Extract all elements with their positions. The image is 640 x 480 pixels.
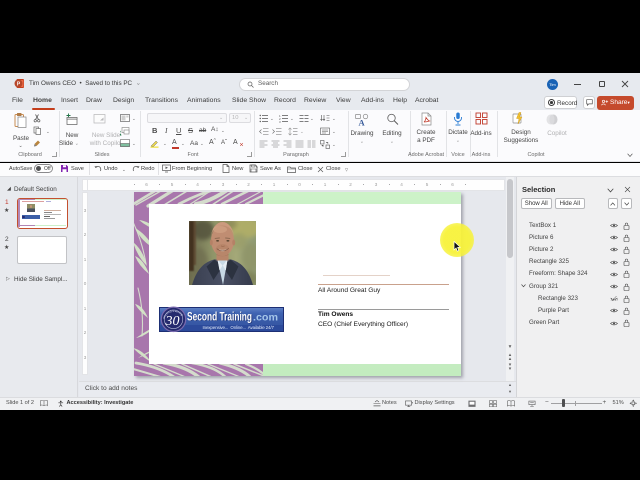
svg-text:.com: .com — [253, 311, 278, 323]
svg-text:Second Training: Second Training — [187, 311, 252, 323]
svg-text:3: 3 — [279, 120, 281, 123]
svg-text:A: A — [359, 118, 366, 128]
